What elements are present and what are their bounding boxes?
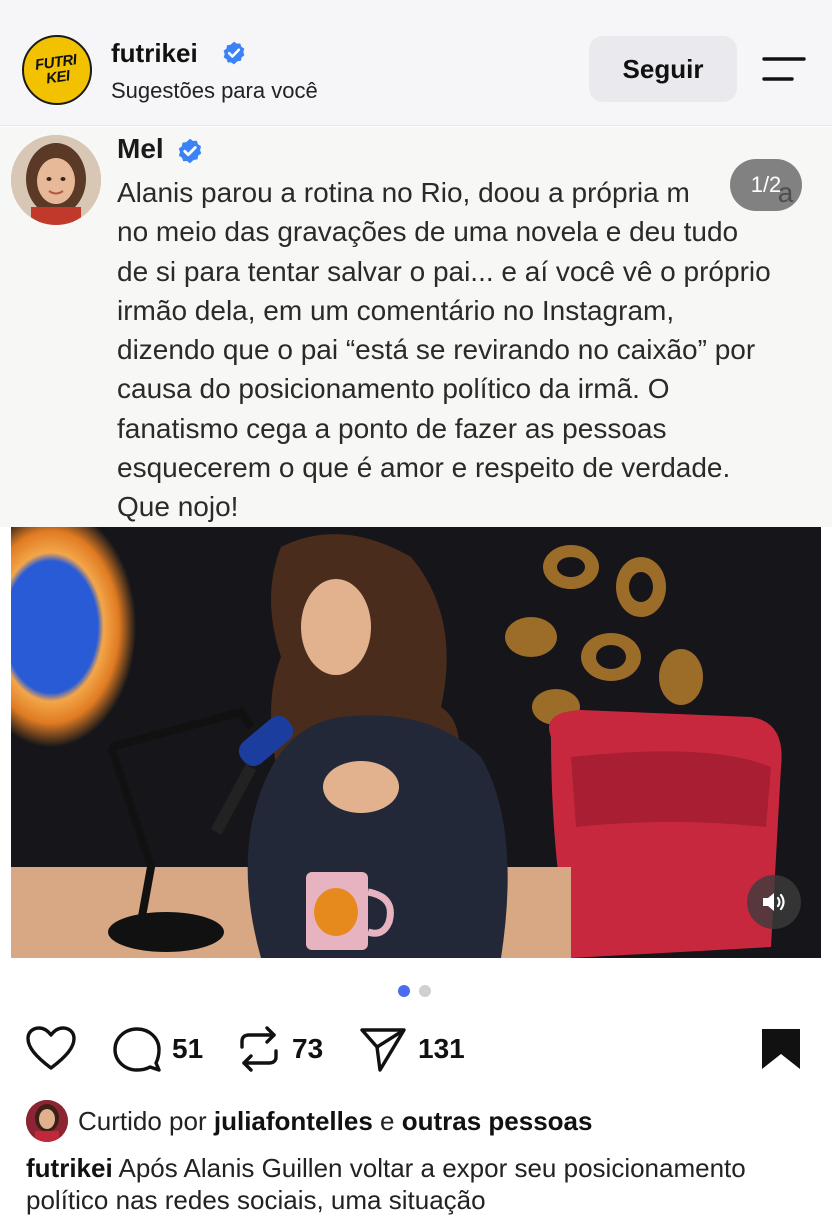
- tweet-line: Que nojo!: [117, 491, 239, 523]
- tweet-line: fanatismo cega a ponto de fazer as pesso…: [117, 412, 667, 444]
- liked-by-others-link[interactable]: outras pessoas: [402, 1106, 593, 1136]
- heart-icon: [26, 1026, 76, 1070]
- follow-button[interactable]: Seguir: [589, 36, 737, 102]
- comment-button[interactable]: 51: [112, 1025, 203, 1073]
- comment-bubble-icon: [113, 1027, 161, 1072]
- speaker-icon: [763, 893, 785, 911]
- tweet-line: Alanis parou a rotina no Rio, doou a pró…: [117, 177, 793, 208]
- quoted-tweet-image: Mel Alanis parou a rotina no Rio, doou a…: [0, 127, 832, 527]
- tweet-author-name: Mel: [117, 133, 164, 164]
- tweet-line: esquecerem o que é amor e respeito de ve…: [117, 452, 731, 484]
- tweet-line: irmão dela, em um comentário no Instagra…: [117, 294, 675, 326]
- sound-toggle-button[interactable]: [747, 875, 801, 929]
- comment-count: 51: [172, 1033, 204, 1064]
- liked-by-user-link[interactable]: juliafontelles: [214, 1106, 373, 1136]
- send-icon: [360, 1028, 406, 1072]
- suggestion-subtitle: Sugestões para você: [111, 78, 318, 103]
- carousel-dot[interactable]: [419, 985, 431, 997]
- bookmark-icon[interactable]: [760, 1027, 802, 1071]
- video-still-illustration: [11, 527, 821, 958]
- post-header: FUTRI KEI futrikei Sugestões para você S…: [0, 0, 832, 126]
- share-button[interactable]: 131: [358, 1025, 465, 1073]
- logo-lettering: FUTRI KEI: [34, 51, 78, 88]
- menu-icon[interactable]: [762, 55, 806, 83]
- tweet-line: causa do posicionamento político da irmã…: [117, 373, 670, 405]
- carousel-page-indicator: 1/2: [730, 159, 802, 211]
- carousel-dot-active[interactable]: [398, 985, 410, 997]
- caption-text: Após Alanis Guillen voltar a expor seu p…: [26, 1153, 746, 1215]
- account-name[interactable]: futrikei: [111, 38, 198, 69]
- repost-icon: [240, 1026, 278, 1072]
- like-button[interactable]: [25, 1025, 77, 1071]
- video-frame[interactable]: [11, 527, 821, 958]
- tweet-text: Alanis parou a rotina no Rio, doou a pró…: [117, 173, 822, 527]
- post-caption: futrikei Após Alanis Guillen voltar a ex…: [26, 1152, 816, 1216]
- verified-badge-icon: [178, 138, 202, 164]
- tweet-line: no meio das gravações de uma novela e de…: [117, 216, 739, 248]
- repost-button[interactable]: 73: [236, 1025, 323, 1073]
- liked-by-text: Curtido por juliafontelles e outras pess…: [78, 1106, 593, 1136]
- tweet-author-avatar: [11, 135, 101, 225]
- verified-badge-icon: [223, 41, 245, 65]
- repost-count: 73: [292, 1033, 324, 1064]
- caption-username[interactable]: futrikei: [26, 1153, 113, 1183]
- tweet-line: dizendo que o pai “está se revirando no …: [117, 334, 756, 366]
- carousel-dots: [398, 985, 431, 997]
- account-avatar-logo[interactable]: FUTRI KEI: [22, 35, 92, 105]
- share-count: 131: [418, 1033, 465, 1064]
- tweet-line: de si para tentar salvar o pai... e aí v…: [117, 255, 771, 287]
- liked-by-avatar[interactable]: [26, 1100, 68, 1142]
